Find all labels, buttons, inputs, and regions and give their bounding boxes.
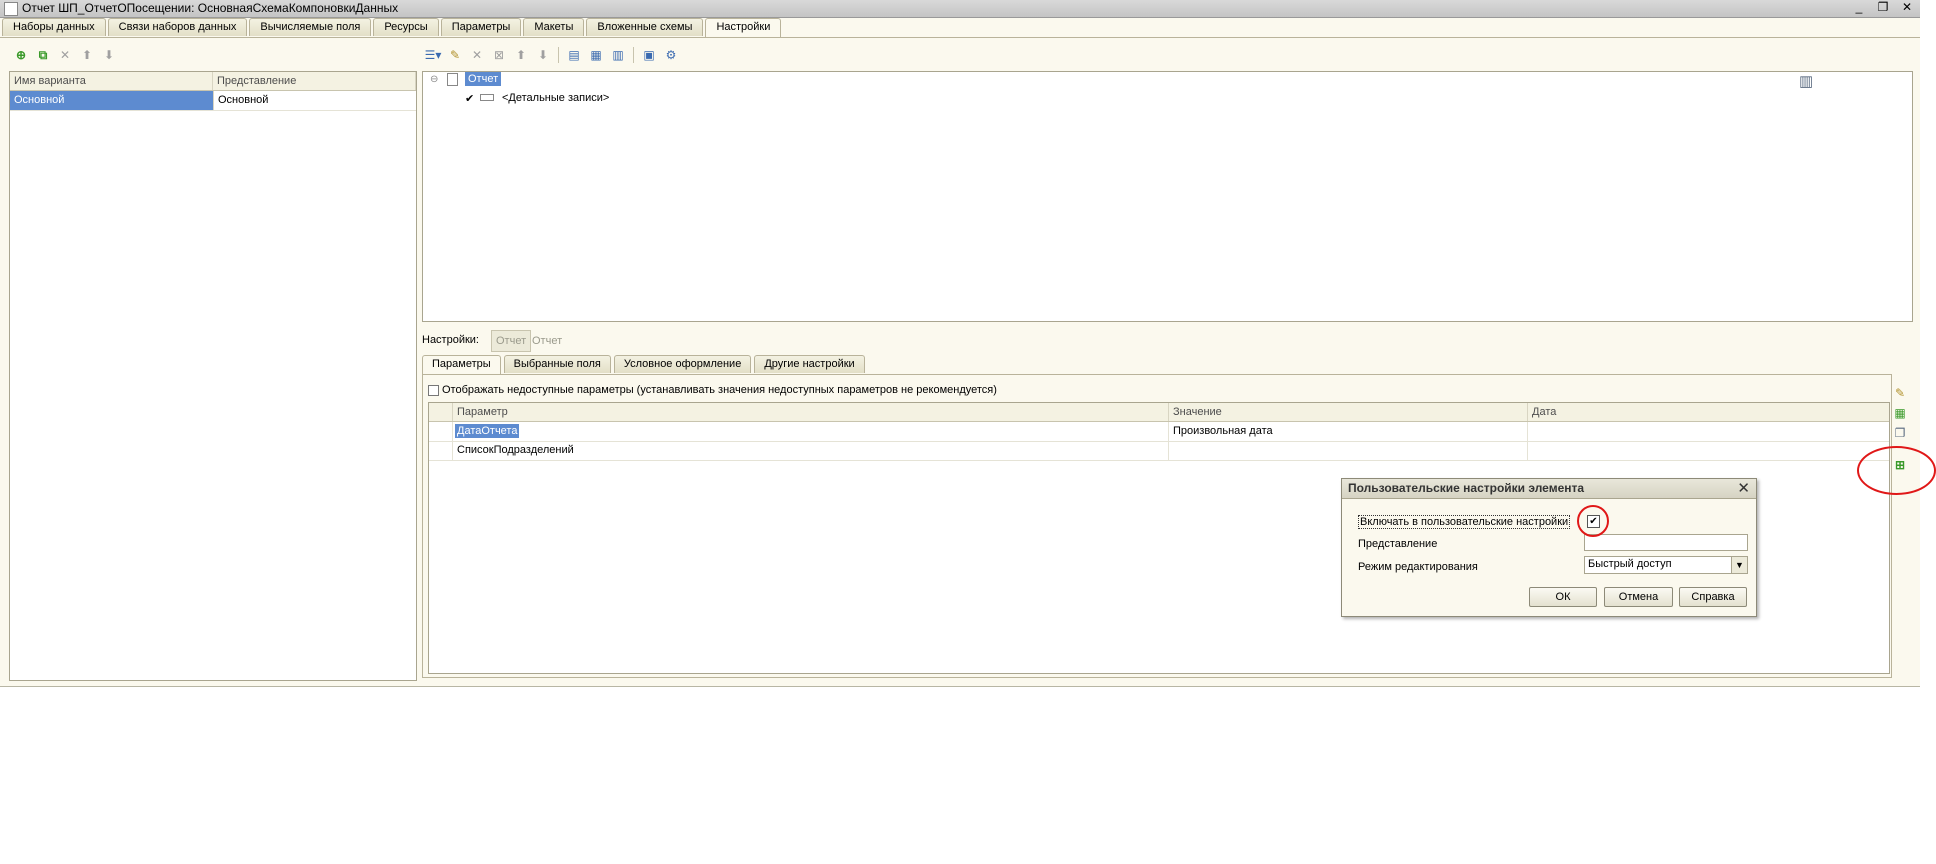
element-user-settings-dialog: Пользовательские настройки элемента ✕ Вк… [1341,478,1757,617]
ungroup-icon[interactable]: ▦ [587,46,605,64]
tab-resources[interactable]: Ресурсы [373,18,439,36]
settings-for-button[interactable]: Отчет [491,330,532,352]
param-date-cell[interactable] [1528,422,1889,441]
column-value[interactable]: Значение [1169,403,1528,421]
highlight-circle [1857,446,1936,495]
show-unavailable-row: Отображать недоступные параметры (устана… [428,384,997,396]
move-up-icon[interactable]: ⬆ [78,46,96,64]
toolbar-separator [633,47,634,63]
settings-properties-icon[interactable]: ⚙ [662,46,680,64]
toolbar-separator [558,47,559,63]
param-name-cell[interactable]: ДатаОтчета [453,422,1169,441]
use-cell[interactable] [429,441,453,460]
variants-toolbar: ⊕ ⧉ ✕ ⬆ ⬇ [12,46,118,64]
dialog-title-bar: Пользовательские настройки элемента ✕ [1342,479,1756,499]
show-unavailable-label: Отображать недоступные параметры (устана… [442,384,997,396]
use-cell[interactable] [429,422,453,441]
tab-settings[interactable]: Настройки [705,18,782,38]
move-up-icon[interactable]: ⬆ [512,46,530,64]
variant-name-cell[interactable]: Основной [10,91,213,110]
window-title: Отчет ШП_ОтчетОПосещении: ОсновнаяСхемаК… [22,1,399,15]
help-button[interactable]: Справка [1679,587,1747,607]
param-name-cell[interactable]: СписокПодразделений [453,441,1169,460]
include-label: Включать в пользовательские настройки [1358,515,1571,529]
add-variant-icon[interactable]: ⊕ [12,46,30,64]
delete-icon[interactable]: ✕ [468,46,486,64]
column-presentation[interactable]: Представление [213,72,416,90]
column-date[interactable]: Дата [1528,403,1889,421]
table-row[interactable]: Основной Основной [10,91,416,111]
variants-panel: Имя варианта Представление Основной Осно… [9,71,417,681]
variant-presentation-cell[interactable]: Основной [213,91,416,110]
delete-variant-icon[interactable]: ✕ [56,46,74,64]
table-row[interactable]: ДатаОтчета Произвольная дата [429,422,1889,442]
clear-icon[interactable]: ⊠ [490,46,508,64]
column-parameter[interactable]: Параметр [453,403,1169,421]
add-grouping-icon[interactable]: ☰▾ [424,46,442,64]
subtab-selected-fields[interactable]: Выбранные поля [503,355,611,373]
edit-mode-label: Режим редактирования [1358,561,1478,573]
presentation-value [1585,536,1588,548]
presentation-label: Представление [1358,538,1438,550]
column-variant-name[interactable]: Имя варианта [10,72,213,90]
edit-mode-select[interactable]: Быстрый доступ ▼ [1584,556,1748,574]
tab-parameters[interactable]: Параметры [440,18,522,36]
presentation-input[interactable] [1584,534,1748,551]
tab-templates[interactable]: Макеты [523,18,585,36]
show-unavailable-checkbox[interactable] [428,384,439,396]
structure-view-icon[interactable]: ▥ [1799,72,1813,90]
restore-button[interactable]: ❐ [1876,0,1890,14]
tab-datasets[interactable]: Наборы данных [2,18,106,36]
table-settings-icon[interactable]: ▦ [1892,405,1908,421]
ok-button[interactable]: ОК [1529,587,1597,607]
dialog-close-icon[interactable]: ✕ [1737,479,1750,497]
collapse-icon[interactable]: ⊖ [430,74,438,85]
subtab-parameters[interactable]: Параметры [422,355,501,375]
close-button[interactable]: ✕ [1900,0,1914,14]
settings-label: Настройки: [422,334,479,346]
structure-toolbar: ☰▾ ✎ ✕ ⊠ ⬆ ⬇ ▤ ▦ ▥ ▣ ⚙ [424,46,680,64]
title-bar: Отчет ШП_ОтчетОПосещении: ОсновнаяСхемаК… [0,0,1920,18]
minimize-button[interactable]: _ [1852,0,1866,14]
tree-node-report[interactable]: Отчет [465,72,502,86]
tab-divider [0,37,1920,38]
report-node-icon [447,73,458,86]
variants-header: Имя варианта Представление [10,72,416,91]
highlight-circle [1577,505,1609,537]
details-node-icon [480,94,494,101]
copy-settings-icon[interactable]: ❐ [1892,425,1908,441]
param-value-cell[interactable] [1169,441,1528,460]
param-value-cell[interactable]: Произвольная дата [1169,422,1528,441]
group-icon[interactable]: ▤ [565,46,583,64]
structure-tree-panel: ⊖ Отчет ✔ <Детальные записи> ▥ [422,71,1913,322]
param-name-text: ДатаОтчета [455,424,520,438]
cancel-button[interactable]: Отмена [1604,587,1673,607]
column-use [429,403,453,421]
dialog-title: Пользовательские настройки элемента [1348,481,1585,495]
param-date-cell[interactable] [1528,441,1889,460]
copy-variant-icon[interactable]: ⧉ [34,46,52,64]
table-row[interactable]: СписокПодразделений [429,441,1889,461]
edit-param-icon[interactable]: ✎ [1892,385,1908,401]
main-tabs: Наборы данных Связи наборов данных Вычис… [2,18,783,38]
move-down-icon[interactable]: ⬇ [100,46,118,64]
edit-mode-value: Быстрый доступ [1588,558,1672,570]
tab-dataset-links[interactable]: Связи наборов данных [107,18,248,36]
check-icon[interactable]: ✔ [465,92,474,105]
parameters-header: Параметр Значение Дата [429,403,1889,422]
app-icon [4,2,18,16]
tree-node-details[interactable]: <Детальные записи> [502,92,609,104]
custom-settings-icon[interactable]: ▣ [640,46,658,64]
settings-subtabs: Параметры Выбранные поля Условное оформл… [422,355,868,375]
settings-current: Отчет [532,335,563,347]
chevron-down-icon[interactable]: ▼ [1731,557,1747,573]
table-icon[interactable]: ▥ [609,46,627,64]
edit-icon[interactable]: ✎ [446,46,464,64]
tab-calculated-fields[interactable]: Вычисляемые поля [249,18,372,36]
move-down-icon[interactable]: ⬇ [534,46,552,64]
subtab-other-settings[interactable]: Другие настройки [754,355,865,373]
tab-nested-schemas[interactable]: Вложенные схемы [586,18,704,36]
subtab-conditional-appearance[interactable]: Условное оформление [613,355,752,373]
